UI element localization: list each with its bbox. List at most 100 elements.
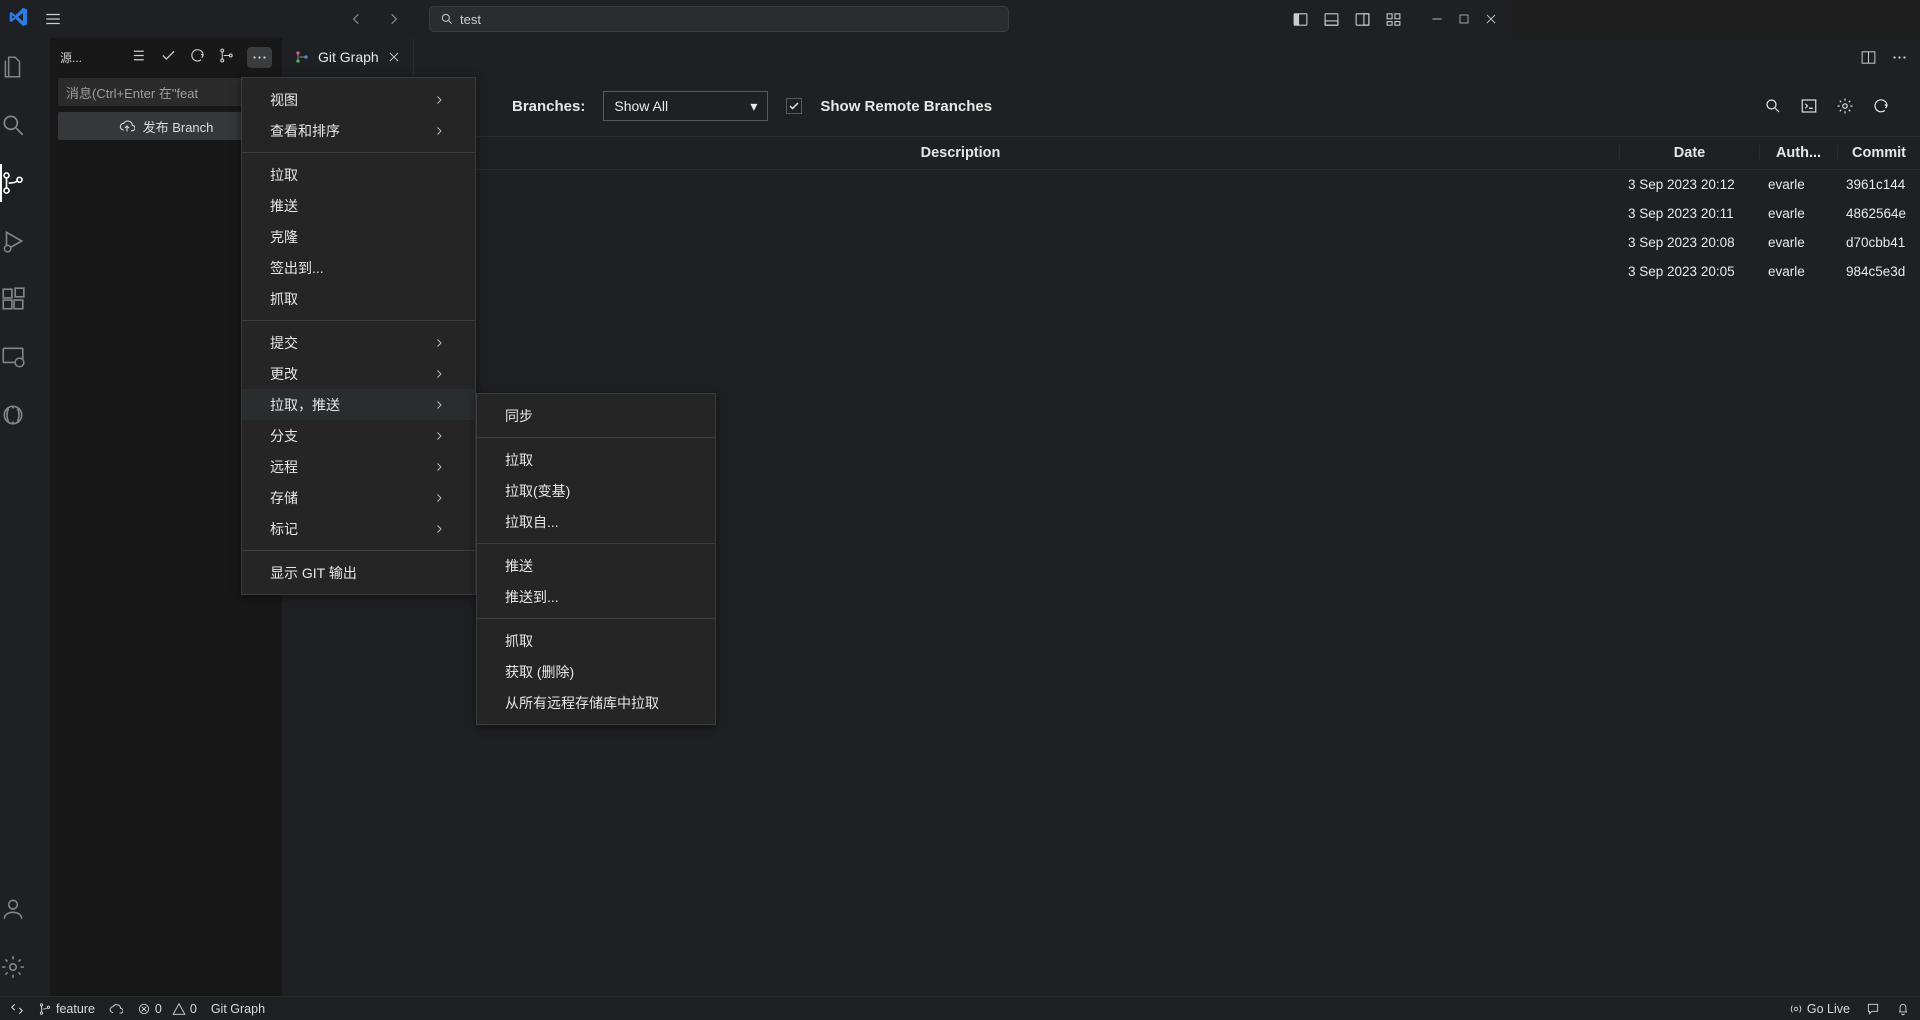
notifications-icon[interactable]: [1896, 1002, 1910, 1016]
run-debug-icon[interactable]: [0, 222, 50, 260]
menu-item[interactable]: 拉取: [477, 444, 715, 475]
menu-item-label: 从所有远程存储库中拉取: [505, 693, 659, 713]
go-live-label: Go Live: [1807, 1002, 1850, 1016]
menu-item-label: 拉取: [505, 450, 533, 470]
table-row[interactable]: e3 Sep 2023 20:11evarle4862564e: [282, 199, 1920, 228]
col-description[interactable]: Description: [282, 145, 1620, 161]
toggle-panel-icon[interactable]: [1323, 11, 1340, 28]
go-live-button[interactable]: Go Live: [1789, 1002, 1850, 1016]
table-row[interactable]: pload3 Sep 2023 20:12evarle3961c144: [282, 170, 1920, 199]
cell-date: 3 Sep 2023 20:11: [1620, 206, 1760, 221]
source-control-icon[interactable]: [0, 164, 50, 202]
menu-item[interactable]: 更改: [242, 358, 475, 389]
table-row[interactable]: .md3 Sep 2023 20:05evarle984c5e3d: [282, 257, 1920, 286]
table-row[interactable]: 3 Sep 2023 20:08evarled70cbb41: [282, 228, 1920, 257]
menu-item[interactable]: 提交: [242, 327, 475, 358]
split-editor-icon[interactable]: [1860, 49, 1877, 66]
remote-explorer-icon[interactable]: [0, 338, 50, 376]
gitlens-icon[interactable]: [0, 396, 50, 434]
branches-value: Show All: [614, 98, 668, 114]
feedback-icon[interactable]: [1866, 1002, 1880, 1016]
menu-separator: [242, 320, 475, 321]
window-close-icon[interactable]: [1484, 12, 1498, 26]
col-date[interactable]: Date: [1620, 145, 1760, 161]
menu-item[interactable]: 获取 (删除): [477, 656, 715, 687]
tab-label: Git Graph: [318, 49, 379, 65]
git-graph-tab-icon: [294, 49, 310, 65]
warnings-count: 0: [190, 1002, 197, 1016]
menu-item[interactable]: 存储: [242, 482, 475, 513]
menu-item[interactable]: 分支: [242, 420, 475, 451]
menu-item-label: 查看和排序: [270, 121, 340, 141]
window-minimize-icon[interactable]: [1430, 12, 1444, 26]
menu-item[interactable]: 标记: [242, 513, 475, 544]
cell-commit: 4862564e: [1838, 206, 1920, 221]
refresh-graph-icon[interactable]: [1872, 97, 1890, 115]
tab-close-icon[interactable]: [387, 50, 401, 64]
menu-item[interactable]: 同步: [477, 400, 715, 431]
menu-item[interactable]: 显示 GIT 输出: [242, 557, 475, 588]
commit-check-icon[interactable]: [160, 47, 177, 68]
col-author[interactable]: Auth...: [1760, 145, 1838, 161]
menu-item[interactable]: 克隆: [242, 221, 475, 252]
git-graph-toolbar: Branches: Show All ▾ Show Remote Branche…: [282, 76, 1920, 136]
menu-item[interactable]: 查看和排序: [242, 115, 475, 146]
search-activity-icon[interactable]: [0, 106, 50, 144]
customize-layout-icon[interactable]: [1385, 11, 1402, 28]
scm-header-actions: [131, 47, 272, 68]
menu-item[interactable]: 推送到...: [477, 581, 715, 612]
refresh-icon[interactable]: [189, 47, 206, 68]
branches-select[interactable]: Show All ▾: [603, 91, 768, 121]
pull-push-submenu[interactable]: 同步拉取拉取(变基)拉取自... 推送推送到... 抓取获取 (删除) 从所有远程存储…: [476, 393, 716, 725]
menu-item[interactable]: 抓取: [477, 625, 715, 656]
problems-indicator[interactable]: 0 0: [137, 1002, 197, 1016]
app-menu-icon[interactable]: [44, 10, 62, 28]
sync-indicator[interactable]: [109, 1002, 123, 1016]
search-commits-icon[interactable]: [1764, 97, 1782, 115]
menu-item[interactable]: 拉取，推送: [242, 389, 475, 420]
toggle-primary-sidebar-icon[interactable]: [1292, 11, 1309, 28]
git-graph-top-actions: [1764, 97, 1890, 115]
tab-git-graph[interactable]: Git Graph: [282, 38, 414, 76]
menu-item[interactable]: 拉取(变基): [477, 475, 715, 506]
col-commit[interactable]: Commit: [1838, 145, 1920, 161]
extensions-icon[interactable]: [0, 280, 50, 318]
menu-item-label: 标记: [270, 519, 298, 539]
show-remote-checkbox[interactable]: [786, 98, 802, 114]
nav-back-icon[interactable]: [345, 7, 369, 31]
command-center-search[interactable]: test: [429, 6, 1009, 32]
activity-bar: [0, 38, 50, 996]
chevron-right-icon: [433, 430, 445, 442]
menu-item[interactable]: 远程: [242, 451, 475, 482]
menu-item[interactable]: 拉取: [242, 159, 475, 190]
menu-item[interactable]: 从所有远程存储库中拉取: [477, 687, 715, 718]
menu-item[interactable]: 抓取: [242, 283, 475, 314]
menu-item-label: 抓取: [505, 631, 533, 651]
menu-item-label: 分支: [270, 426, 298, 446]
cell-description: .md: [282, 264, 1620, 279]
git-graph-status[interactable]: Git Graph: [211, 1002, 265, 1016]
branch-indicator[interactable]: feature: [38, 1002, 95, 1016]
scm-more-menu[interactable]: 视图查看和排序拉取推送克隆签出到...抓取提交更改拉取，推送分支远程存储标记显示…: [241, 77, 476, 595]
menu-item[interactable]: 推送: [242, 190, 475, 221]
scm-graph-icon[interactable]: [218, 47, 235, 68]
nav-forward-icon[interactable]: [381, 7, 405, 31]
explorer-icon[interactable]: [0, 48, 50, 86]
settings-icon[interactable]: [1836, 97, 1854, 115]
menu-item[interactable]: 拉取自...: [477, 506, 715, 537]
accounts-icon[interactable]: [0, 890, 50, 928]
grid-rows: pload3 Sep 2023 20:12evarle3961c144e3 Se…: [282, 170, 1920, 286]
menu-item[interactable]: 签出到...: [242, 252, 475, 283]
settings-gear-icon[interactable]: [0, 948, 50, 986]
menu-item[interactable]: 推送: [477, 550, 715, 581]
cell-description: pload: [282, 177, 1620, 192]
view-as-list-icon[interactable]: [131, 47, 148, 68]
toggle-secondary-sidebar-icon[interactable]: [1354, 11, 1371, 28]
terminal-icon[interactable]: [1800, 97, 1818, 115]
menu-item[interactable]: 视图: [242, 84, 475, 115]
remote-indicator[interactable]: [10, 1002, 24, 1016]
chevron-right-icon: [433, 461, 445, 473]
more-actions-icon[interactable]: [247, 47, 272, 68]
editor-more-icon[interactable]: [1891, 49, 1908, 66]
window-maximize-icon[interactable]: [1458, 13, 1470, 25]
